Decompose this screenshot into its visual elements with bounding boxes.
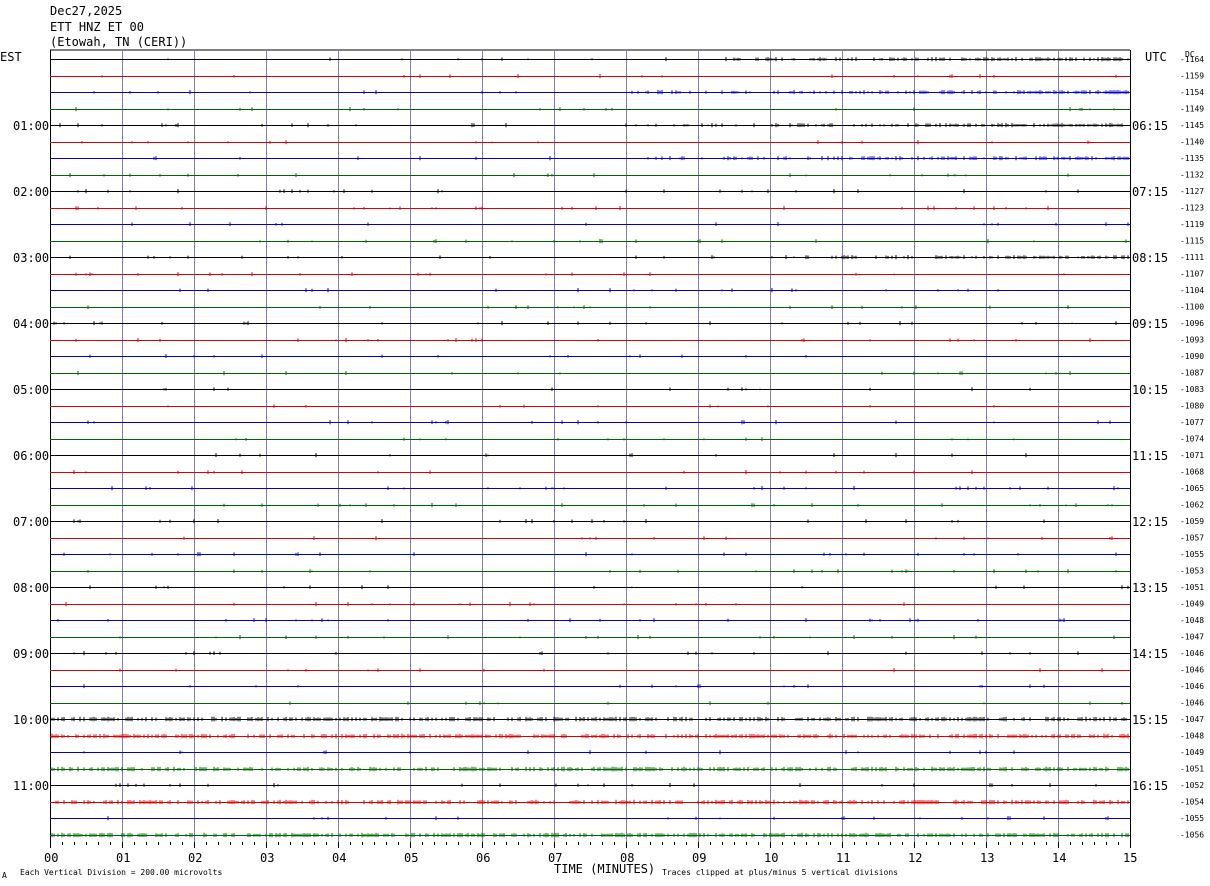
station-code: ETT HNZ ET 00 — [50, 20, 144, 34]
trace-noise — [51, 57, 1129, 838]
dc-offset-labels: -1164 -1159 -1154 -1149 -1145 -1140 -1135 -1132… — [1180, 55, 1204, 840]
dc-offset-value: -1053 — [1180, 567, 1204, 576]
x-tick-label: 15 — [1123, 851, 1137, 865]
utc-hour-label: 12:15 — [1132, 515, 1168, 529]
dc-offset-value: -1059 — [1180, 517, 1204, 526]
dc-offset-value: -1049 — [1180, 748, 1204, 757]
dc-offset-value: -1123 — [1180, 204, 1204, 213]
est-hour-label: 10:00 — [13, 713, 49, 727]
x-tick-label: 05 — [404, 851, 418, 865]
x-tick-label: 11 — [836, 851, 850, 865]
dc-offset-value: -1159 — [1180, 72, 1204, 81]
x-tick-label: 01 — [116, 851, 130, 865]
x-tick-label: 10 — [764, 851, 778, 865]
dc-offset-value: -1051 — [1180, 583, 1204, 592]
utc-hour-label: 08:15 — [1132, 251, 1168, 265]
utc-hour-label: 10:15 — [1132, 383, 1168, 397]
scale-note: Each Vertical Division = 200.00 microvol… — [20, 868, 222, 877]
dc-offset-value: -1046 — [1180, 699, 1204, 708]
x-tick-label: 12 — [908, 851, 922, 865]
utc-hour-label: 07:15 — [1132, 185, 1168, 199]
dc-offset-value: -1071 — [1180, 451, 1204, 460]
est-hour-label: 07:00 — [13, 515, 49, 529]
dc-offset-value: -1083 — [1180, 385, 1204, 394]
left-timezone-label: EST — [0, 50, 22, 64]
est-hour-label: 08:00 — [13, 581, 49, 595]
x-tick-label: 14 — [1052, 851, 1066, 865]
est-hour-label: 09:00 — [13, 647, 49, 661]
est-hour-label: 06:00 — [13, 449, 49, 463]
est-hour-label: 04:00 — [13, 317, 49, 331]
est-hour-label: 11:00 — [13, 779, 49, 793]
dc-offset-value: -1046 — [1180, 666, 1204, 675]
dc-offset-value: -1051 — [1180, 765, 1204, 774]
dc-offset-value: -1100 — [1180, 303, 1204, 312]
utc-hour-label: 14:15 — [1132, 647, 1168, 661]
chart-date: Dec27,2025 — [50, 4, 122, 18]
helicorder-chart: Dec27,2025 ETT HNZ ET 00 (Etowah, TN (CE… — [0, 4, 1204, 880]
minute-grid — [50, 49, 1131, 848]
dc-offset-value: -1065 — [1180, 484, 1204, 493]
dc-offset-value: -1074 — [1180, 435, 1204, 444]
dc-offset-value: -1164 — [1180, 55, 1204, 64]
dc-offset-value: -1135 — [1180, 154, 1204, 163]
clip-note: Traces clipped at plus/minus 5 vertical … — [662, 868, 898, 877]
dc-offset-value: -1055 — [1180, 550, 1204, 559]
dc-offset-value: -1145 — [1180, 121, 1204, 130]
dc-offset-value: -1149 — [1180, 105, 1204, 114]
dc-offset-value: -1055 — [1180, 814, 1204, 823]
footer-mark: A — [2, 871, 7, 880]
dc-offset-value: -1115 — [1180, 237, 1204, 246]
dc-offset-value: -1062 — [1180, 501, 1204, 510]
utc-hour-label: 15:15 — [1132, 713, 1168, 727]
dc-offset-value: -1046 — [1180, 682, 1204, 691]
dc-offset-value: -1056 — [1180, 831, 1204, 840]
dc-offset-value: -1096 — [1180, 319, 1204, 328]
dc-offset-value: -1048 — [1180, 616, 1204, 625]
dc-offset-value: -1090 — [1180, 352, 1204, 361]
dc-offset-value: -1068 — [1180, 468, 1204, 477]
dc-offset-value: -1127 — [1180, 187, 1204, 196]
dc-offset-value: -1140 — [1180, 138, 1204, 147]
utc-time-labels: 06:15 07:15 08:15 09:15 10:15 11:15 12:15 13:15… — [1132, 119, 1168, 793]
station-location: (Etowah, TN (CERI)) — [50, 35, 187, 49]
est-time-labels: 01:00 02:00 03:00 04:00 05:00 06:00 07:00 08:00… — [13, 119, 49, 793]
dc-offset-value: -1048 — [1180, 732, 1204, 741]
dc-offset-value: -1154 — [1180, 88, 1204, 97]
utc-hour-label: 16:15 — [1132, 779, 1168, 793]
dc-offset-value: -1087 — [1180, 369, 1204, 378]
dc-offset-value: -1132 — [1180, 171, 1204, 180]
utc-hour-label: 06:15 — [1132, 119, 1168, 133]
dc-offset-value: -1049 — [1180, 600, 1204, 609]
dc-offset-value: -1077 — [1180, 418, 1204, 427]
utc-hour-label: 09:15 — [1132, 317, 1168, 331]
dc-offset-value: -1107 — [1180, 270, 1204, 279]
x-tick-label: 04 — [332, 851, 346, 865]
est-hour-label: 02:00 — [13, 185, 49, 199]
dc-offset-value: -1080 — [1180, 402, 1204, 411]
dc-offset-value: -1047 — [1180, 715, 1204, 724]
est-hour-label: 01:00 — [13, 119, 49, 133]
right-timezone-label: UTC — [1145, 50, 1167, 64]
x-axis-title: TIME (MINUTES) — [554, 862, 655, 876]
utc-hour-label: 13:15 — [1132, 581, 1168, 595]
utc-hour-label: 11:15 — [1132, 449, 1168, 463]
dc-offset-value: -1047 — [1180, 633, 1204, 642]
dc-offset-value: -1111 — [1180, 253, 1204, 262]
dc-offset-value: -1057 — [1180, 534, 1204, 543]
dc-offset-value: -1054 — [1180, 798, 1204, 807]
dc-offset-value: -1119 — [1180, 220, 1204, 229]
x-tick-label: 09 — [692, 851, 706, 865]
est-hour-label: 03:00 — [13, 251, 49, 265]
dc-offset-value: -1046 — [1180, 649, 1204, 658]
est-hour-label: 05:00 — [13, 383, 49, 397]
x-tick-label: 03 — [260, 851, 274, 865]
x-tick-label: 06 — [476, 851, 490, 865]
dc-offset-value: -1093 — [1180, 336, 1204, 345]
x-tick-label: 13 — [980, 851, 994, 865]
dc-offset-value: -1052 — [1180, 781, 1204, 790]
x-tick-label: 00 — [44, 851, 58, 865]
dc-offset-value: -1104 — [1180, 286, 1204, 295]
x-tick-label: 02 — [188, 851, 202, 865]
